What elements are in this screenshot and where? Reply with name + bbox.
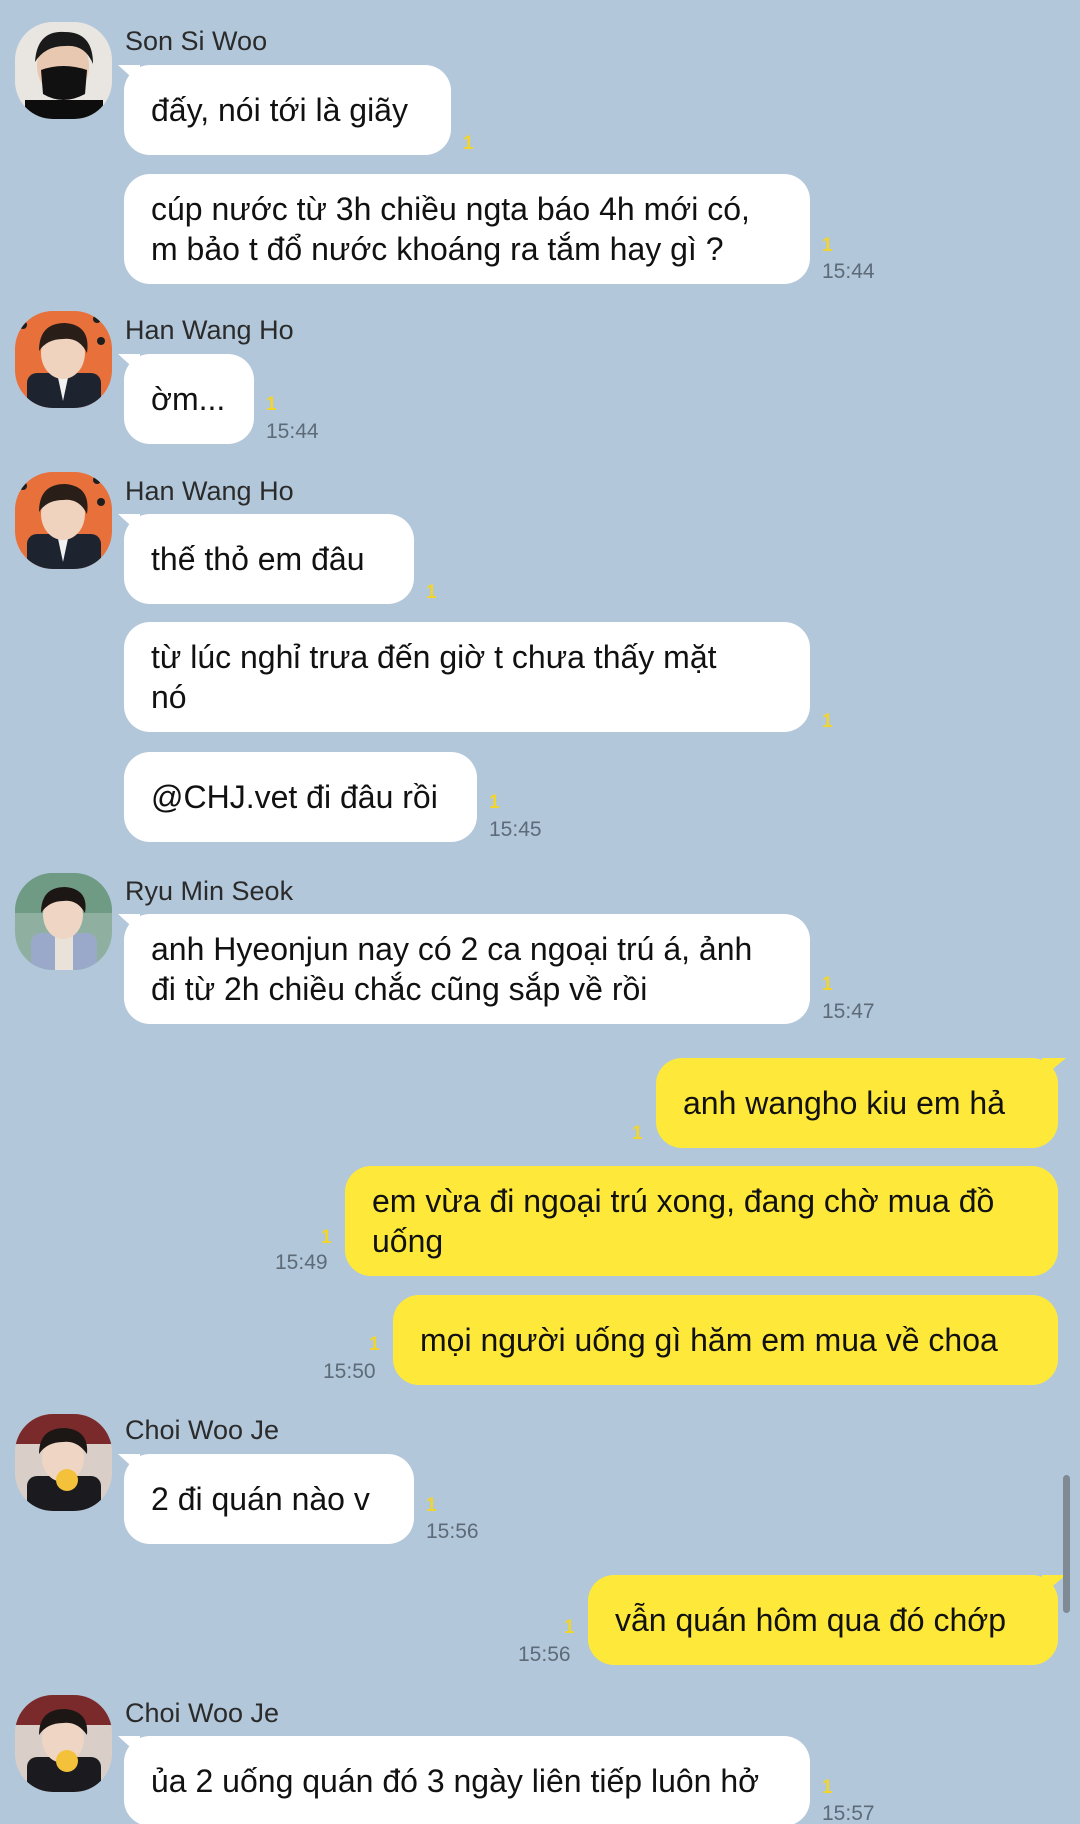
message-time: 15:45 <box>489 818 542 841</box>
message-time: 15:49 <box>275 1251 328 1274</box>
message-time: 15:44 <box>266 420 319 443</box>
message-time: 15:57 <box>822 1802 875 1824</box>
avatar-son-si-woo[interactable] <box>15 22 112 119</box>
message-bubble[interactable]: từ lúc nghỉ trưa đến giờ t chưa thấy mặt… <box>124 622 810 732</box>
message-bubble[interactable]: 2 đi quán nào v <box>124 1454 414 1544</box>
unread-count: 1 <box>426 1495 437 1516</box>
sender-name: Han Wang Ho <box>125 476 294 506</box>
message-bubble[interactable]: mọi người uống gì hăm em mua về choa <box>393 1295 1058 1385</box>
message-bubble[interactable]: anh wangho kiu em hả <box>656 1058 1058 1148</box>
message-bubble[interactable]: anh Hyeonjun nay có 2 ca ngoại trú á, ản… <box>124 914 810 1024</box>
sender-name: Son Si Woo <box>125 26 268 56</box>
unread-count: 1 <box>822 1777 833 1798</box>
avatar-choi-woo-je[interactable] <box>15 1414 112 1511</box>
unread-count: 1 <box>564 1617 575 1638</box>
sender-name: Choi Woo Je <box>125 1698 280 1728</box>
message-bubble[interactable]: em vừa đi ngoại trú xong, đang chờ mua đ… <box>345 1166 1058 1276</box>
avatar-choi-woo-je[interactable] <box>15 1695 112 1792</box>
unread-count: 1 <box>822 235 833 256</box>
message-bubble[interactable]: cúp nước từ 3h chiều ngta báo 4h mới có,… <box>124 174 810 284</box>
message-time: 15:50 <box>323 1360 376 1383</box>
unread-count: 1 <box>489 792 500 813</box>
sender-name: Choi Woo Je <box>125 1415 280 1445</box>
avatar-han-wang-ho[interactable] <box>15 472 112 569</box>
message-bubble[interactable]: ờm... <box>124 354 254 444</box>
unread-count: 1 <box>426 582 437 603</box>
unread-count: 1 <box>632 1123 643 1144</box>
message-bubble[interactable]: ủa 2 uống quán đó 3 ngày liên tiếp luôn … <box>124 1736 810 1824</box>
unread-count: 1 <box>822 711 833 732</box>
message-bubble[interactable]: thế thỏ em đâu <box>124 514 414 604</box>
message-time: 15:47 <box>822 1000 875 1023</box>
avatar-ryu-min-seok[interactable] <box>15 873 112 970</box>
message-time: 15:44 <box>822 260 875 283</box>
avatar-han-wang-ho[interactable] <box>15 311 112 408</box>
unread-count: 1 <box>321 1227 332 1248</box>
sender-name: Han Wang Ho <box>125 315 294 345</box>
message-time: 15:56 <box>518 1643 571 1666</box>
unread-count: 1 <box>369 1334 380 1355</box>
message-bubble[interactable]: vẫn quán hôm qua đó chớp <box>588 1575 1058 1665</box>
message-bubble[interactable]: đấy, nói tới là giãy <box>124 65 451 155</box>
sender-name: Ryu Min Seok <box>125 876 294 906</box>
unread-count: 1 <box>822 974 833 995</box>
scrollbar[interactable] <box>1063 1475 1070 1613</box>
message-bubble[interactable]: @CHJ.vet đi đâu rồi <box>124 752 477 842</box>
message-time: 15:56 <box>426 1520 479 1543</box>
chat-room[interactable]: Son Si Woo đấy, nói tới là giãy 1 cúp nư… <box>0 0 1080 1824</box>
unread-count: 1 <box>266 394 277 415</box>
unread-count: 1 <box>463 133 474 154</box>
